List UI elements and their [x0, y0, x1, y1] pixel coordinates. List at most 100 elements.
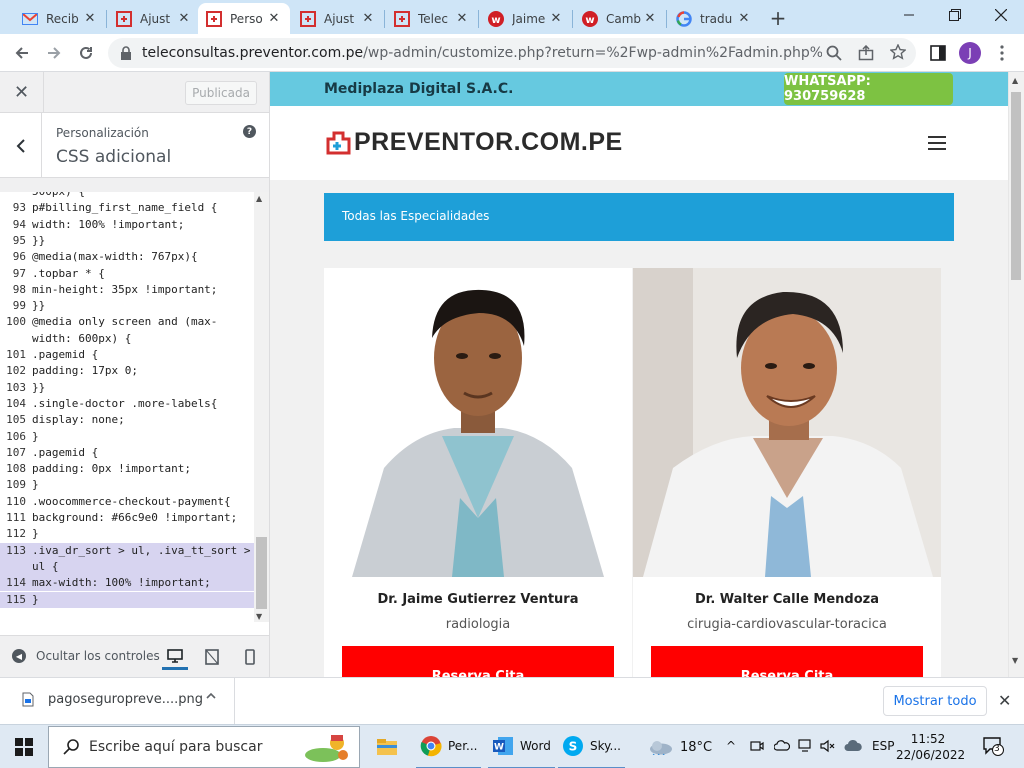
- browser-tab[interactable]: Telec ✕: [386, 3, 478, 34]
- taskbar-search[interactable]: Escribe aquí para buscar: [48, 726, 360, 768]
- doctor-photo[interactable]: [633, 268, 941, 577]
- doctor-photo[interactable]: [324, 268, 632, 577]
- css-code-editor[interactable]: 500px) {93 p#billing_first_name_field {94…: [0, 192, 269, 697]
- taskbar-file-explorer[interactable]: [376, 725, 404, 768]
- close-tab-icon[interactable]: ✕: [82, 11, 98, 27]
- code-line[interactable]: 106}: [0, 429, 254, 445]
- close-tab-icon[interactable]: ✕: [360, 11, 376, 27]
- meet-now-icon[interactable]: [750, 739, 764, 756]
- code-line[interactable]: 113 .iva_dr_sort > ul, .iva_tt_sort >: [0, 542, 254, 559]
- code-line[interactable]: 107 .pagemid {: [0, 445, 254, 461]
- doctor-name[interactable]: Dr. Walter Calle Mendoza: [633, 592, 941, 607]
- restore-icon[interactable]: [932, 0, 978, 30]
- back-icon[interactable]: [8, 39, 36, 67]
- code-line[interactable]: 101 .pagemid {: [0, 347, 254, 363]
- close-customizer-icon[interactable]: ✕: [0, 72, 44, 113]
- editor-scroll-thumb[interactable]: [256, 537, 267, 609]
- code-line[interactable]: 112}: [0, 526, 254, 542]
- forward-icon[interactable]: [40, 39, 68, 67]
- mobile-preview-icon[interactable]: [237, 644, 263, 670]
- scroll-down-icon[interactable]: ▼: [256, 612, 262, 621]
- system-clock[interactable]: 11:52 22/06/2022: [896, 731, 965, 763]
- code-line[interactable]: 110 .woocommerce-checkout-payment{: [0, 494, 254, 510]
- weather-widget[interactable]: 18°C: [648, 739, 712, 755]
- bookmark-star-icon[interactable]: [889, 43, 907, 63]
- doctor-card[interactable]: Dr. Walter Calle Mendoza cirugia-cardiov…: [633, 268, 941, 677]
- close-download-bar-icon[interactable]: ✕: [998, 691, 1011, 710]
- notifications-icon[interactable]: 3: [982, 735, 1004, 760]
- hamburger-menu-icon[interactable]: [928, 136, 946, 150]
- close-tab-icon[interactable]: ✕: [176, 11, 192, 27]
- doctor-name[interactable]: Dr. Jaime Gutierrez Ventura: [324, 592, 632, 607]
- code-line[interactable]: 500px) {: [0, 192, 254, 200]
- book-appointment-button[interactable]: Reserva Cita: [342, 646, 614, 677]
- close-tab-icon[interactable]: ✕: [548, 11, 564, 27]
- code-line[interactable]: 99}}: [0, 298, 254, 314]
- specialties-dropdown[interactable]: Todas las Especialidades: [324, 193, 954, 241]
- scroll-up-icon[interactable]: ▲: [256, 194, 262, 203]
- doctor-card[interactable]: Dr. Jaime Gutierrez Ventura radiologia R…: [324, 268, 632, 677]
- code-line[interactable]: 109}: [0, 477, 254, 493]
- address-bar[interactable]: teleconsultas.preventor.com.pe/wp-admin/…: [108, 38, 916, 68]
- show-all-downloads-button[interactable]: Mostrar todo: [883, 686, 987, 716]
- network-icon[interactable]: [798, 739, 814, 756]
- scroll-up-icon[interactable]: ▲: [1012, 76, 1018, 85]
- close-tab-icon[interactable]: ✕: [642, 11, 658, 27]
- browser-tab[interactable]: Recib ✕: [14, 3, 106, 34]
- code-line[interactable]: 94 width: 100% !important;: [0, 217, 254, 233]
- code-line[interactable]: 100 @media only screen and (max-: [0, 314, 254, 330]
- browser-tab[interactable]: w Camb ✕: [574, 3, 666, 34]
- code-line[interactable]: ul {: [0, 558, 254, 575]
- code-line[interactable]: 104 .single-doctor .more-labels{: [0, 396, 254, 412]
- start-button[interactable]: [0, 725, 48, 768]
- code-line[interactable]: 114 max-width: 100% !important;: [0, 575, 254, 592]
- browser-tab[interactable]: Ajust ✕: [292, 3, 384, 34]
- browser-tab-active[interactable]: Perso ✕: [198, 3, 290, 34]
- close-tab-icon[interactable]: ✕: [454, 11, 470, 27]
- browser-tab[interactable]: tradu ✕: [668, 3, 760, 34]
- chevron-up-icon[interactable]: ^: [726, 739, 736, 753]
- tablet-preview-icon[interactable]: [199, 644, 225, 670]
- browser-tab[interactable]: Ajust ✕: [108, 3, 200, 34]
- close-tab-icon[interactable]: ✕: [736, 11, 752, 27]
- new-tab-button[interactable]: +: [765, 5, 791, 31]
- code-line[interactable]: 97 .topbar * {: [0, 266, 254, 282]
- share-icon[interactable]: [858, 44, 874, 64]
- whatsapp-button[interactable]: WHATSAPP: 930759628: [784, 73, 953, 105]
- volume-muted-icon[interactable]: [820, 739, 836, 756]
- code-line[interactable]: 102 padding: 17px 0;: [0, 363, 254, 379]
- code-line[interactable]: 95}}: [0, 233, 254, 249]
- minimize-icon[interactable]: [886, 0, 932, 30]
- close-tab-icon[interactable]: ✕: [266, 11, 282, 27]
- code-line[interactable]: 111 background: #66c9e0 !important;: [0, 510, 254, 526]
- chevron-up-icon[interactable]: [205, 690, 217, 706]
- site-logo[interactable]: PREVENTOR.COM.PE: [324, 128, 623, 157]
- code-line[interactable]: 98 min-height: 35px !important;: [0, 282, 254, 298]
- code-line[interactable]: 96 @media(max-width: 767px){: [0, 249, 254, 265]
- code-line[interactable]: 103}}: [0, 380, 254, 396]
- profile-avatar[interactable]: J: [956, 39, 984, 67]
- code-line[interactable]: 115}: [0, 591, 254, 608]
- publish-button[interactable]: Publicada: [185, 81, 257, 105]
- hide-controls-button[interactable]: ◀ Ocultar los controles: [12, 649, 160, 663]
- language-indicator[interactable]: ESP: [872, 739, 894, 753]
- onedrive-icon[interactable]: [773, 739, 791, 754]
- browser-tab[interactable]: w Jaime ✕: [480, 3, 572, 34]
- code-line[interactable]: width: 600px) {: [0, 331, 254, 347]
- side-panel-icon[interactable]: [924, 39, 952, 67]
- close-window-icon[interactable]: [978, 0, 1024, 30]
- zoom-icon[interactable]: [826, 45, 842, 64]
- code-line[interactable]: 108 padding: 0px !important;: [0, 461, 254, 477]
- cloud-sync-icon[interactable]: [844, 739, 862, 756]
- reload-icon[interactable]: [72, 39, 100, 67]
- lock-icon[interactable]: [120, 46, 132, 63]
- preview-scroll-thumb[interactable]: [1011, 92, 1021, 280]
- taskbar-skype[interactable]: S Sky...: [558, 725, 625, 768]
- back-chevron-icon[interactable]: [0, 113, 42, 178]
- menu-kebab-icon[interactable]: [988, 39, 1016, 67]
- help-icon[interactable]: ?: [243, 125, 256, 138]
- download-item[interactable]: pagoseguropreve....png: [22, 692, 203, 707]
- book-appointment-button[interactable]: Reserva Cita: [651, 646, 923, 677]
- desktop-preview-icon[interactable]: [162, 644, 188, 670]
- code-line[interactable]: 93 p#billing_first_name_field {: [0, 200, 254, 216]
